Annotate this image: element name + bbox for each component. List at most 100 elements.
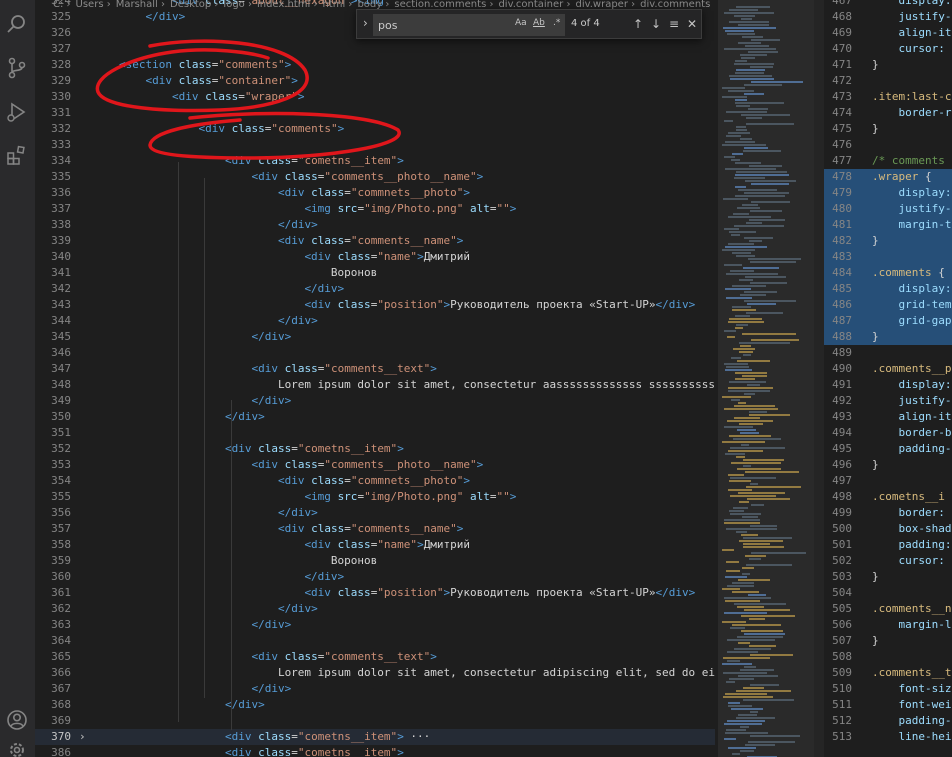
code-line[interactable]: 340 <div class="name">Дмитрий <box>35 249 715 265</box>
previous-match-icon[interactable]: ↑ <box>631 17 645 31</box>
css-line[interactable]: 467 display: <box>824 0 952 9</box>
find-in-selection-icon[interactable]: ≡ <box>667 17 681 31</box>
breadcrumb-item[interactable]: body › <box>357 0 389 9</box>
css-line[interactable]: 489 <box>824 345 952 361</box>
css-line[interactable]: 475} <box>824 121 952 137</box>
css-line[interactable]: 496} <box>824 457 952 473</box>
close-icon[interactable]: ✕ <box>685 17 699 31</box>
code-line[interactable]: 335 <div class="comments__photo__name"> <box>35 169 715 185</box>
fold-chevron-icon[interactable]: › <box>79 729 86 745</box>
breadcrumb-item[interactable]: index.html › <box>257 0 318 9</box>
match-case-toggle[interactable]: Aa <box>515 18 527 28</box>
code-line[interactable]: 365 <div class="comments__text"> <box>35 649 715 665</box>
code-line[interactable]: 359 Воронов <box>35 553 715 569</box>
css-line[interactable]: 508 <box>824 649 952 665</box>
code-line[interactable]: 368 </div> <box>35 697 715 713</box>
code-line[interactable]: 339 <div class="comments__name"> <box>35 233 715 249</box>
css-line[interactable]: 494 border-bo <box>824 425 952 441</box>
css-line[interactable]: 510 font-siz <box>824 681 952 697</box>
code-line[interactable]: 362 </div> <box>35 601 715 617</box>
css-line[interactable]: 509 .comments__t <box>824 665 952 681</box>
vertical-scrollbar[interactable] <box>814 0 824 757</box>
code-line[interactable]: 354 <div class="commnets__photo"> <box>35 473 715 489</box>
css-line[interactable]: 477 /* comments <box>824 153 952 169</box>
code-line[interactable]: 331 <box>35 105 715 121</box>
css-line[interactable]: 468 justify- <box>824 9 952 25</box>
code-line[interactable]: 341 Воронов <box>35 265 715 281</box>
breadcrumb-item[interactable]: Desktop › <box>170 0 218 9</box>
code-line[interactable]: 360 </div> <box>35 569 715 585</box>
code-line[interactable]: 367 </div> <box>35 681 715 697</box>
css-line[interactable]: 483 <box>824 249 952 265</box>
minimap[interactable] <box>718 0 814 757</box>
css-line[interactable]: 498 .cometns__i <box>824 489 952 505</box>
css-line[interactable]: 476 <box>824 137 952 153</box>
code-line[interactable]: 330 <div class="wraper"> <box>35 89 715 105</box>
css-line[interactable]: 479 display: <box>824 185 952 201</box>
breadcrumb-item[interactable]: div.container › <box>498 0 570 9</box>
extensions-icon[interactable] <box>5 143 29 167</box>
code-line[interactable]: 336 <div class="commnets__photo"> <box>35 185 715 201</box>
code-line[interactable]: 351 <box>35 425 715 441</box>
code-line[interactable]: 332 <div class="comments"> <box>35 121 715 137</box>
css-line[interactable]: 501 padding: <box>824 537 952 553</box>
css-line[interactable]: 492 justify- <box>824 393 952 409</box>
breadcrumb-item[interactable]: Marshall › <box>116 0 165 9</box>
code-line[interactable]: 353 <div class="comments__photo__name"> <box>35 457 715 473</box>
code-line[interactable]: 347 <div class="comments__text"> <box>35 361 715 377</box>
css-line[interactable]: 504 <box>824 585 952 601</box>
editor-css[interactable]: 467 display: 468 justify- 469 align-it 470 … <box>824 0 952 757</box>
code-line[interactable]: 358 <div class="name">Дмитрий <box>35 537 715 553</box>
css-line[interactable]: 484 .comments { <box>824 265 952 281</box>
breadcrumb-item[interactable]: div.wraper › <box>575 0 635 9</box>
css-line[interactable]: 469 align-it <box>824 25 952 41</box>
css-line[interactable]: 471} <box>824 57 952 73</box>
css-line[interactable]: 506 margin-l <box>824 617 952 633</box>
code-line[interactable]: 369 <box>35 713 715 729</box>
css-line[interactable]: 511 font-wei <box>824 697 952 713</box>
css-line[interactable]: 502 cursor: <box>824 553 952 569</box>
css-line[interactable]: 493 align-it <box>824 409 952 425</box>
code-line[interactable]: 364 <box>35 633 715 649</box>
css-line[interactable]: 474 border-r <box>824 105 952 121</box>
account-icon[interactable] <box>5 708 29 732</box>
code-line[interactable]: 337 <img src="img/Photo.png" alt=""> <box>35 201 715 217</box>
css-line[interactable]: 497 <box>824 473 952 489</box>
breadcrumb-item[interactable]: div.comments <box>640 0 710 9</box>
css-line[interactable]: 491 display: <box>824 377 952 393</box>
code-line[interactable]: 348 Lorem ipsum dolor sit amet, consecte… <box>35 377 715 393</box>
code-line[interactable]: 338 </div> <box>35 217 715 233</box>
breadcrumb-item[interactable]: Users › <box>76 0 111 9</box>
code-line[interactable]: 350 </div> <box>35 409 715 425</box>
code-line[interactable]: 345 </div> <box>35 329 715 345</box>
code-line[interactable]: 328 <section class="comments"> <box>35 57 715 73</box>
code-line[interactable]: 370 › <div class="cometns__item"> ··· <box>35 729 715 745</box>
css-line[interactable]: 470 cursor: <box>824 41 952 57</box>
code-line[interactable]: 327 <box>35 41 715 57</box>
breadcrumb-item[interactable]: logo › <box>223 0 252 9</box>
search-icon[interactable] <box>5 12 29 36</box>
css-line[interactable]: 473 .item:last-c <box>824 89 952 105</box>
code-line[interactable]: 352 <div class="cometns__item"> <box>35 441 715 457</box>
breadcrumb-item[interactable]: C: › <box>53 0 71 9</box>
css-line[interactable]: 482} <box>824 233 952 249</box>
code-line[interactable]: 355 <img src="img/Photo.png" alt=""> <box>35 489 715 505</box>
css-line[interactable]: 488} <box>824 329 952 345</box>
css-line[interactable]: 481 margin-t <box>824 217 952 233</box>
css-line[interactable]: 500 box-shad <box>824 521 952 537</box>
settings-gear-icon[interactable] <box>5 738 29 757</box>
code-line[interactable]: 346 <box>35 345 715 361</box>
code-line[interactable]: 363 </div> <box>35 617 715 633</box>
css-line[interactable]: 499 border: <box>824 505 952 521</box>
code-line[interactable]: 366 Lorem ipsum dolor sit amet, consecte… <box>35 665 715 681</box>
code-line[interactable]: 329 <div class="container"> <box>35 73 715 89</box>
code-line[interactable]: 342 </div> <box>35 281 715 297</box>
regex-toggle[interactable]: .* <box>553 18 560 28</box>
breadcrumb-item[interactable]: section.comments › <box>394 0 493 9</box>
css-line[interactable]: 507} <box>824 633 952 649</box>
code-line[interactable]: 361 <div class="position">Руководитель п… <box>35 585 715 601</box>
css-line[interactable]: 487 grid-gap <box>824 313 952 329</box>
breadcrumb-item[interactable]: html › <box>322 0 352 9</box>
code-line[interactable]: 386 <div class="cometns__item"> <box>35 745 715 757</box>
css-line[interactable]: 512 padding- <box>824 713 952 729</box>
